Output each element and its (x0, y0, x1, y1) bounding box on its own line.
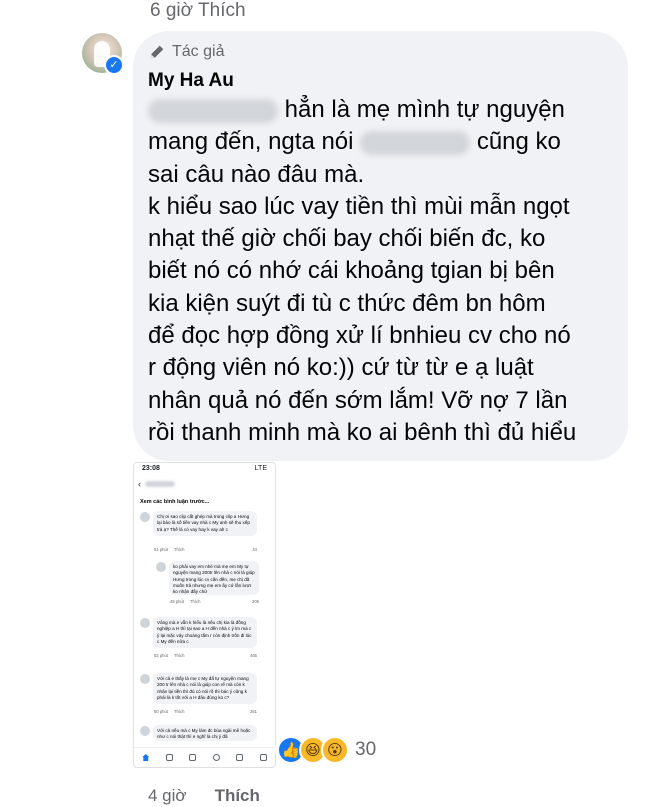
marketplace-icon (189, 754, 197, 761)
video-icon (165, 754, 173, 761)
screenshot-comment-text: Với cả e thấy là mẹ c My đã tự nguyện ma… (153, 673, 257, 705)
screenshot-comment-time: 48 phút (170, 599, 184, 604)
previous-comment-meta: 6 giờ Thích (150, 0, 246, 21)
screenshot-comment-meta: 52 phút Thích (154, 653, 184, 658)
screenshot-comment: Với cả e thấy là mẹ c My đã tự nguyện ma… (140, 673, 257, 714)
author-badge: Tác giả (148, 43, 224, 61)
wow-icon: 😮 (321, 736, 349, 764)
redacted-name (148, 98, 278, 123)
comment-line-text: kia kiện suýt đi tù c thức đêm bn hôm (148, 289, 546, 317)
screenshot-comment-time: 50 phút (154, 709, 168, 714)
status-bar: 23:08 LTE (134, 463, 275, 475)
screenshot-comment-meta: 51 phút Thích (154, 547, 184, 552)
avatar (140, 512, 150, 522)
screenshot-comment-reactions: 361 (250, 709, 257, 714)
screenshot-comment-like: Thích (173, 653, 185, 658)
screenshot-comment-like: Thích (189, 599, 201, 604)
status-signal: LTE (254, 465, 267, 472)
comment-line: r động viên nó ko:)) cứ từ từ e ạ luật (148, 352, 628, 384)
comment-line: hẳn là mẹ mình tự nguyện (148, 94, 628, 126)
attached-screenshot[interactable]: 23:08 LTE ‹ Xem các bình luận trước... C… (133, 462, 276, 768)
screenshot-comment: Chị ơi sao clip cắt ghép mà trong clip a… (140, 511, 257, 552)
screenshot-comment-like: Thích (173, 709, 185, 714)
author-name[interactable]: My Ha Au (148, 70, 234, 92)
screenshot-comment-text: Vâng mà e vẫn k hiểu là nếu chị kia là đ… (153, 617, 257, 649)
screenshot-tab-bar (134, 747, 275, 767)
comment-line: biết nó có nhớ cái khoảng tgian bị bên (148, 255, 628, 287)
comment-line: để đọc hợp đồng xử lí bnhieu cv cho nó (148, 320, 628, 352)
comment-line-text: mang đến, ngta nói (148, 128, 361, 156)
avatar (140, 726, 150, 736)
screenshot-comment-time: 51 phút (154, 547, 168, 552)
menu-icon (259, 754, 267, 761)
comment-time[interactable]: 4 giờ (148, 786, 187, 806)
back-arrow-icon: ‹ (138, 479, 141, 489)
screenshot-comment-reactions: 465 (250, 653, 257, 658)
comment-line-text: sai câu nào đâu mà. (148, 160, 365, 188)
screenshot-comment-text: Với cả nếu mà c My làm đc bùa ngải mê ho… (153, 725, 257, 741)
redacted-name (360, 130, 471, 155)
verified-check-icon: ✓ (104, 55, 124, 75)
home-icon (142, 754, 150, 761)
screenshot-comment-like: Thích (173, 547, 185, 552)
avatar (140, 618, 150, 628)
comment-line: mang đến, ngta nói cũng ko (148, 126, 628, 158)
profile-icon (212, 754, 220, 761)
bell-icon (236, 754, 244, 761)
comment-line-text: r động viên nó ko:)) cứ từ từ e ạ luật (148, 354, 534, 382)
view-previous-comments: Xem các bình luận trước... (140, 499, 210, 505)
comment-line-text: hẳn là mẹ mình tự nguyện (278, 96, 565, 123)
blurred-name (145, 481, 175, 487)
screenshot-comment: Với cả nếu mà c My làm đc bùa ngải mê ho… (140, 725, 257, 741)
comment-line: sai câu nào đâu mà. (148, 159, 628, 191)
screenshot-comment: Vâng mà e vẫn k hiểu là nếu chị kia là đ… (140, 617, 257, 658)
screenshot-comment-reactions: 44 (252, 547, 257, 552)
comment-line-text: nhân quả nó đến sớm lắm! Vỡ nợ 7 lần (148, 386, 568, 414)
screenshot-comment-meta: 48 phút Thích (170, 599, 200, 604)
avatar (140, 674, 150, 684)
screenshot-comment: ko phải vay em nhé mà mẹ em My tự nguyện… (156, 561, 259, 604)
screenshot-header: ‹ (138, 479, 175, 489)
comment-line: kia kiện suýt đi tù c thức đêm bn hôm (148, 288, 628, 320)
reaction-count: 30 (355, 739, 377, 760)
pencil-icon (150, 45, 164, 59)
comment-line-text: để đọc hợp đồng xử lí bnhieu cv cho nó (148, 322, 571, 350)
author-badge-label: Tác giả (172, 43, 225, 60)
status-time: 23:08 (142, 465, 160, 472)
screenshot-comment-reactions: 206 (252, 599, 259, 604)
screenshot-comment-time: 52 phút (154, 653, 168, 658)
comment-line-text: cũng ko (470, 128, 561, 156)
comment-line: rồi thanh minh mà ko ai bênh thì đủ hiểu (148, 417, 628, 449)
screenshot-comment-meta: 50 phút Thích (154, 709, 184, 714)
screenshot-comment-text: Chị ơi sao clip cắt ghép mà trong clip a… (153, 511, 257, 536)
like-button[interactable]: Thích (215, 786, 260, 806)
comment-line: nhạt thế giờ chối bay chối biến đc, ko (148, 223, 628, 255)
comment-line-text: rồi thanh minh mà ko ai bênh thì đủ hiểu (148, 418, 577, 446)
comment-text: hẳn là mẹ mình tự nguyện mang đến, ngta n… (148, 94, 628, 449)
screenshot-comment-text: ko phải vay em nhé mà mẹ em My tự nguyện… (169, 561, 259, 595)
comment-line: k hiểu sao lúc vay tiền thì mùi mẫn ngọt (148, 191, 628, 223)
comment-line-text: biết nó có nhớ cái khoảng tgian bị bên (148, 257, 555, 285)
avatar (156, 562, 166, 572)
comment-actions: 4 giờ Thích (148, 786, 260, 806)
reaction-summary[interactable]: 👍 😆 😮 30 (275, 734, 383, 766)
comment-line-text: k hiểu sao lúc vay tiền thì mùi mẫn ngọt (148, 192, 570, 220)
comment-line-text: nhạt thế giờ chối bay chối biến đc, ko (148, 225, 546, 253)
comment-line: nhân quả nó đến sớm lắm! Vỡ nợ 7 lần (148, 385, 628, 417)
